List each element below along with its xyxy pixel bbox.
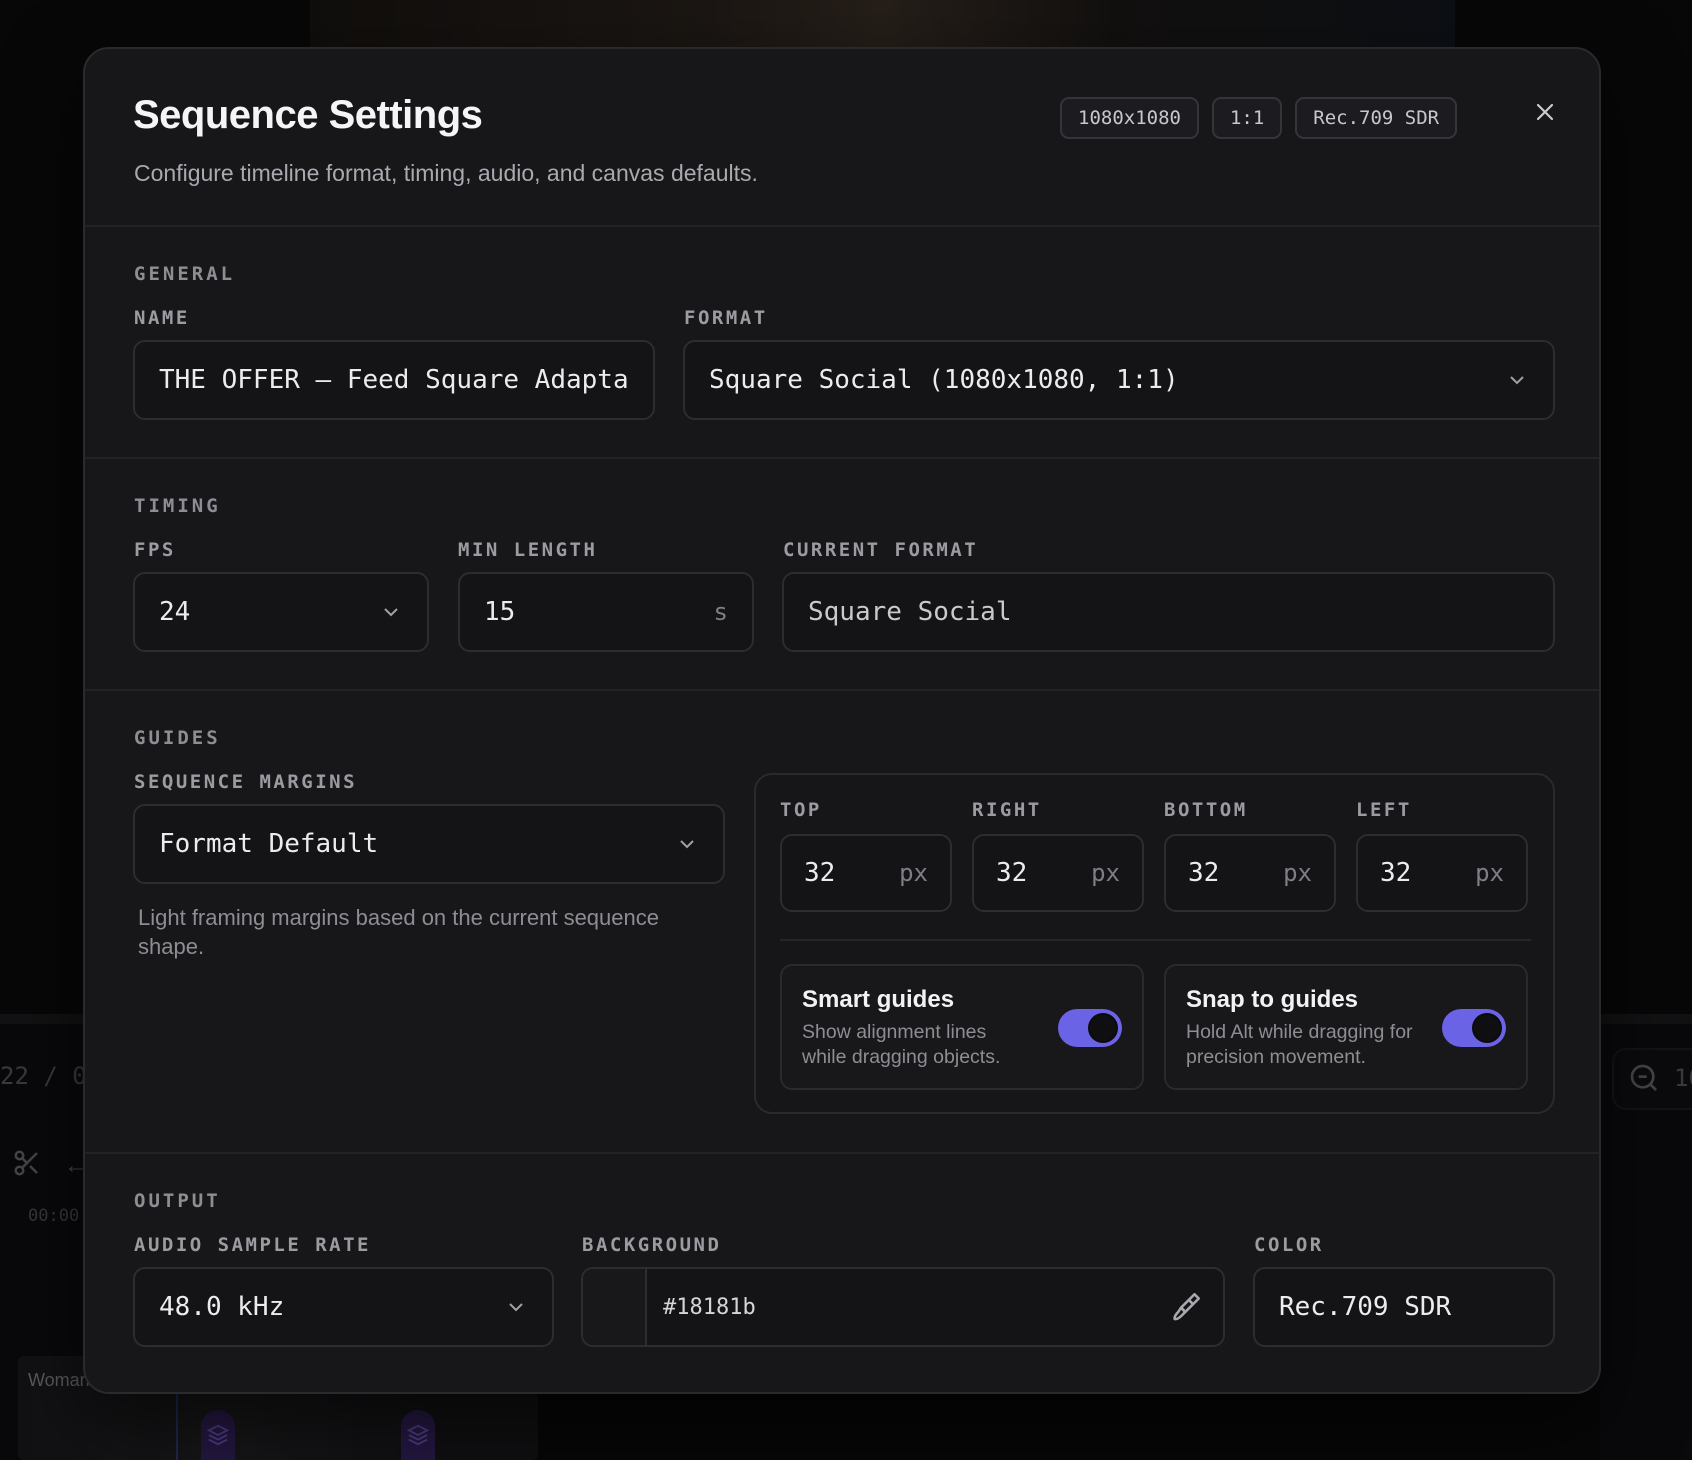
current-format-label: CURRENT FORMAT (783, 539, 979, 561)
sequence-settings-dialog: Sequence Settings Configure timeline for… (83, 47, 1601, 1394)
margin-top-value: 32 (804, 858, 836, 888)
toggle-knob (1472, 1013, 1502, 1043)
margin-left-label: LEFT (1356, 799, 1412, 821)
sequence-margins-value: Format Default (159, 829, 379, 859)
color-space-value: Rec.709 SDR (1279, 1292, 1452, 1322)
audio-sample-rate-value: 48.0 kHz (159, 1292, 285, 1322)
dialog-title: Sequence Settings (133, 93, 483, 137)
section-label-output: OUTPUT (134, 1190, 221, 1212)
smart-guides-toggle[interactable] (1058, 1009, 1122, 1047)
section-label-timing: TIMING (134, 495, 221, 517)
px-unit: px (899, 859, 928, 887)
chevron-down-icon (384, 608, 398, 617)
dialog-subtitle: Configure timeline format, timing, audio… (134, 160, 758, 186)
general-section: GENERAL NAME THE OFFER — Feed Square Ada… (85, 227, 1599, 459)
close-icon (1536, 103, 1554, 121)
current-format-value: Square Social (808, 597, 1012, 627)
fps-label: FPS (134, 539, 176, 561)
seconds-unit: s (713, 598, 728, 626)
smart-guides-card: Smart guides Show alignment lines while … (780, 964, 1144, 1090)
min-length-label: MIN LENGTH (458, 539, 598, 561)
background-value: #18181b (663, 1294, 756, 1320)
fps-value: 24 (159, 597, 191, 627)
background-color-field[interactable]: #18181b (581, 1267, 1225, 1347)
audio-sample-rate-select[interactable]: 48.0 kHz (133, 1267, 554, 1347)
margins-help-text: Light framing margins based on the curre… (138, 905, 659, 959)
margins-panel: TOP 32 px RIGHT 32 px BOTTOM 32 px LEFT … (754, 773, 1555, 1114)
margin-left-input[interactable]: 32 px (1356, 834, 1528, 912)
current-format-display: Square Social (782, 572, 1555, 652)
name-input[interactable]: THE OFFER — Feed Square Adaptation (133, 340, 655, 420)
color-space-field[interactable]: Rec.709 SDR (1253, 1267, 1555, 1347)
resolution-badge: 1080x1080 (1060, 97, 1199, 139)
format-badges: 1080x1080 1:1 Rec.709 SDR (1060, 97, 1458, 139)
output-section: OUTPUT AUDIO SAMPLE RATE 48.0 kHz BACKGR… (85, 1154, 1599, 1392)
sequence-margins-select[interactable]: Format Default (133, 804, 725, 884)
format-value: Square Social (1080x1080, 1:1) (709, 365, 1179, 395)
format-label: FORMAT (684, 307, 768, 329)
audio-sample-rate-label: AUDIO SAMPLE RATE (134, 1234, 371, 1256)
margin-right-label: RIGHT (972, 799, 1042, 821)
toggle-knob (1088, 1013, 1118, 1043)
divider (780, 939, 1531, 941)
section-label-guides: GUIDES (134, 727, 221, 749)
margin-bottom-label: BOTTOM (1164, 799, 1248, 821)
name-label: NAME (134, 307, 190, 329)
eyedropper-icon[interactable] (1169, 1290, 1203, 1324)
section-label-general: GENERAL (134, 263, 236, 285)
snap-to-guides-description: Hold Alt while dragging for precision mo… (1186, 1021, 1413, 1068)
snap-to-guides-toggle[interactable] (1442, 1009, 1506, 1047)
chevron-down-icon (680, 840, 694, 849)
sequence-margins-label: SEQUENCE MARGINS (134, 771, 358, 793)
margin-left-value: 32 (1380, 858, 1412, 888)
color-space-badge: Rec.709 SDR (1295, 97, 1458, 139)
margin-top-label: TOP (780, 799, 822, 821)
guides-section: GUIDES SEQUENCE MARGINS Format Default L… (85, 691, 1599, 1154)
close-button[interactable] (1524, 91, 1566, 133)
color-label: COLOR (1254, 1234, 1324, 1256)
fps-select[interactable]: 24 (133, 572, 429, 652)
timing-section: TIMING FPS 24 MIN LENGTH 15 s CURRENT FO… (85, 459, 1599, 691)
smart-guides-description: Show alignment lines while dragging obje… (802, 1021, 1001, 1068)
background-label: BACKGROUND (582, 1234, 722, 1256)
min-length-input[interactable]: 15 s (458, 572, 754, 652)
margin-top-input[interactable]: 32 px (780, 834, 952, 912)
px-unit: px (1475, 859, 1504, 887)
margin-right-value: 32 (996, 858, 1028, 888)
min-length-value: 15 (484, 597, 516, 627)
snap-to-guides-title: Snap to guides (1186, 986, 1359, 1013)
name-value: THE OFFER — Feed Square Adaptation (159, 365, 629, 395)
chevron-down-icon (1510, 376, 1524, 385)
margin-bottom-value: 32 (1188, 858, 1220, 888)
smart-guides-title: Smart guides (802, 986, 955, 1013)
background-swatch[interactable] (583, 1269, 647, 1345)
snap-to-guides-card: Snap to guides Hold Alt while dragging f… (1164, 964, 1528, 1090)
chevron-down-icon (509, 1303, 523, 1312)
format-select[interactable]: Square Social (1080x1080, 1:1) (683, 340, 1555, 420)
dialog-header: Sequence Settings Configure timeline for… (85, 49, 1599, 227)
aspect-ratio-badge: 1:1 (1211, 97, 1283, 139)
margin-right-input[interactable]: 32 px (972, 834, 1144, 912)
px-unit: px (1091, 859, 1120, 887)
margin-bottom-input[interactable]: 32 px (1164, 834, 1336, 912)
px-unit: px (1283, 859, 1312, 887)
